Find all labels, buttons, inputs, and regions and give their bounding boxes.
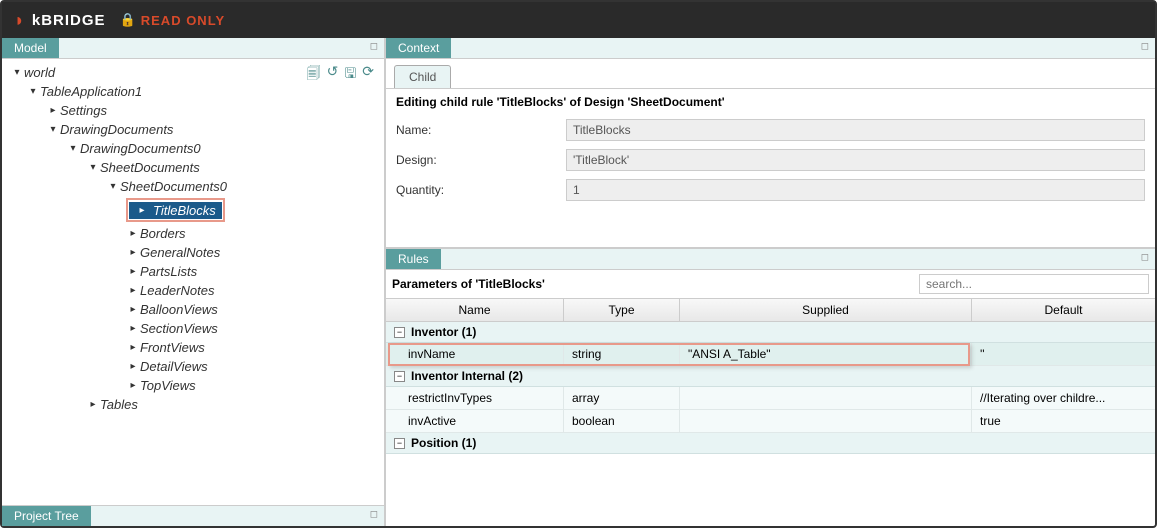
minus-icon[interactable]: − xyxy=(394,371,405,382)
main-layout: Model ◻ 🗐 ↺ 🖫 ⟳ ▾world ▾TableApplication… xyxy=(2,38,1155,526)
minus-icon[interactable]: − xyxy=(394,327,405,338)
app-header: ◗ kBRIDGE 🔒 READ ONLY xyxy=(2,2,1155,38)
minus-icon[interactable]: − xyxy=(394,438,405,449)
cell-type: boolean xyxy=(564,410,680,432)
form-row-name: Name: TitleBlocks xyxy=(386,115,1155,145)
cell-name: invName xyxy=(386,343,564,365)
rules-body: Parameters of 'TitleBlocks' Name Type Su… xyxy=(386,270,1155,526)
rules-table-body: −Inventor (1) invName string "ANSI A_Tab… xyxy=(386,322,1155,526)
save-icon[interactable]: 🖫 xyxy=(344,63,356,87)
logo-icon: ◗ xyxy=(14,10,26,31)
name-label: Name: xyxy=(396,123,566,137)
brand-text: kBRIDGE xyxy=(32,12,106,29)
row-invname[interactable]: invName string "ANSI A_Table" '' xyxy=(386,343,1155,366)
tree-node-borders[interactable]: ▸Borders xyxy=(2,224,384,243)
cell-type: string xyxy=(564,343,680,365)
tree-node-partslists[interactable]: ▸PartsLists xyxy=(2,262,384,281)
tab-rules[interactable]: Rules xyxy=(386,249,441,269)
tree-node-balloonviews[interactable]: ▸BalloonViews xyxy=(2,300,384,319)
readonly-text: READ ONLY xyxy=(141,13,225,28)
cell-name: invActive xyxy=(386,410,564,432)
tree-node-topviews[interactable]: ▸TopViews xyxy=(2,376,384,395)
design-label: Design: xyxy=(396,153,566,167)
group-inventor[interactable]: −Inventor (1) xyxy=(386,322,1155,343)
editing-title: Editing child rule 'TitleBlocks' of Desi… xyxy=(386,88,1155,115)
col-name[interactable]: Name xyxy=(386,299,564,321)
cell-supplied xyxy=(680,387,972,409)
right-panel: Context ◻ Child Editing child rule 'Titl… xyxy=(386,38,1155,526)
group-inventor-internal[interactable]: −Inventor Internal (2) xyxy=(386,366,1155,387)
tree-toolbar: 🗐 ↺ 🖫 ⟳ xyxy=(307,63,374,87)
rules-table-header: Name Type Supplied Default xyxy=(386,299,1155,322)
tree-node-leadernotes[interactable]: ▸LeaderNotes xyxy=(2,281,384,300)
collapse-icon[interactable]: ◻ xyxy=(1141,252,1149,263)
tree-node-generalnotes[interactable]: ▸GeneralNotes xyxy=(2,243,384,262)
context-body: Child Editing child rule 'TitleBlocks' o… xyxy=(386,59,1155,249)
project-tree-row: Project Tree ◻ xyxy=(2,505,384,526)
name-field[interactable]: TitleBlocks xyxy=(566,119,1145,141)
cell-type: array xyxy=(564,387,680,409)
tree-node-sheetdocs0[interactable]: ▾SheetDocuments0 xyxy=(2,177,384,196)
quantity-label: Quantity: xyxy=(396,183,566,197)
tab-context[interactable]: Context xyxy=(386,38,451,58)
expand-icon[interactable]: ◻ xyxy=(370,509,378,520)
params-header: Parameters of 'TitleBlocks' xyxy=(386,270,1155,299)
refresh-icon[interactable]: ⟳ xyxy=(362,63,374,87)
col-supplied[interactable]: Supplied xyxy=(680,299,972,321)
row-restrictinvtypes[interactable]: restrictInvTypes array //Iterating over … xyxy=(386,387,1155,410)
tree-node-settings[interactable]: ▸Settings xyxy=(2,101,384,120)
params-title: Parameters of 'TitleBlocks' xyxy=(392,277,545,291)
tree-node-frontviews[interactable]: ▸FrontViews xyxy=(2,338,384,357)
tree-node-sectionviews[interactable]: ▸SectionViews xyxy=(2,319,384,338)
tree-node-titleblocks[interactable]: ▸TitleBlocks xyxy=(2,196,384,224)
tree-node-drawingdocs[interactable]: ▾DrawingDocuments xyxy=(2,120,384,139)
tab-project-tree[interactable]: Project Tree xyxy=(2,506,91,526)
left-panel: Model ◻ 🗐 ↺ 🖫 ⟳ ▾world ▾TableApplication… xyxy=(2,38,386,526)
col-default[interactable]: Default xyxy=(972,299,1155,321)
form-row-quantity: Quantity: 1 xyxy=(386,175,1155,205)
tree-node-tables[interactable]: ▸Tables xyxy=(2,395,384,414)
cell-default: //Iterating over childre... xyxy=(972,387,1155,409)
readonly-badge: 🔒 READ ONLY xyxy=(120,12,226,28)
tree-node-drawingdocs0[interactable]: ▾DrawingDocuments0 xyxy=(2,139,384,158)
group-position[interactable]: −Position (1) xyxy=(386,433,1155,454)
rules-tab-row: Rules ◻ xyxy=(386,249,1155,270)
form-row-design: Design: 'TitleBlock' xyxy=(386,145,1155,175)
collapse-icon[interactable]: ◻ xyxy=(370,41,378,52)
lock-icon: 🔒 xyxy=(120,12,137,28)
quantity-field[interactable]: 1 xyxy=(566,179,1145,201)
cell-default: '' xyxy=(972,343,1155,365)
tab-child[interactable]: Child xyxy=(394,65,451,88)
model-tree: 🗐 ↺ 🖫 ⟳ ▾world ▾TableApplication1 ▸Setti… xyxy=(2,59,384,505)
tree-node-detailviews[interactable]: ▸DetailViews xyxy=(2,357,384,376)
col-type[interactable]: Type xyxy=(564,299,680,321)
cell-supplied: "ANSI A_Table" xyxy=(680,343,972,365)
cell-name: restrictInvTypes xyxy=(386,387,564,409)
cell-supplied xyxy=(680,410,972,432)
collapse-icon[interactable]: ◻ xyxy=(1141,41,1149,52)
context-tab-row: Context ◻ xyxy=(386,38,1155,59)
design-field[interactable]: 'TitleBlock' xyxy=(566,149,1145,171)
doc-icon[interactable]: 🗐 xyxy=(307,63,321,87)
tree-node-sheetdocs[interactable]: ▾SheetDocuments xyxy=(2,158,384,177)
brand-logo: ◗ kBRIDGE xyxy=(14,10,106,31)
row-invactive[interactable]: invActive boolean true xyxy=(386,410,1155,433)
undo-icon[interactable]: ↺ xyxy=(327,63,339,87)
model-tab-row: Model ◻ xyxy=(2,38,384,59)
cell-default: true xyxy=(972,410,1155,432)
search-input[interactable] xyxy=(919,274,1149,294)
tab-model[interactable]: Model xyxy=(2,38,59,58)
